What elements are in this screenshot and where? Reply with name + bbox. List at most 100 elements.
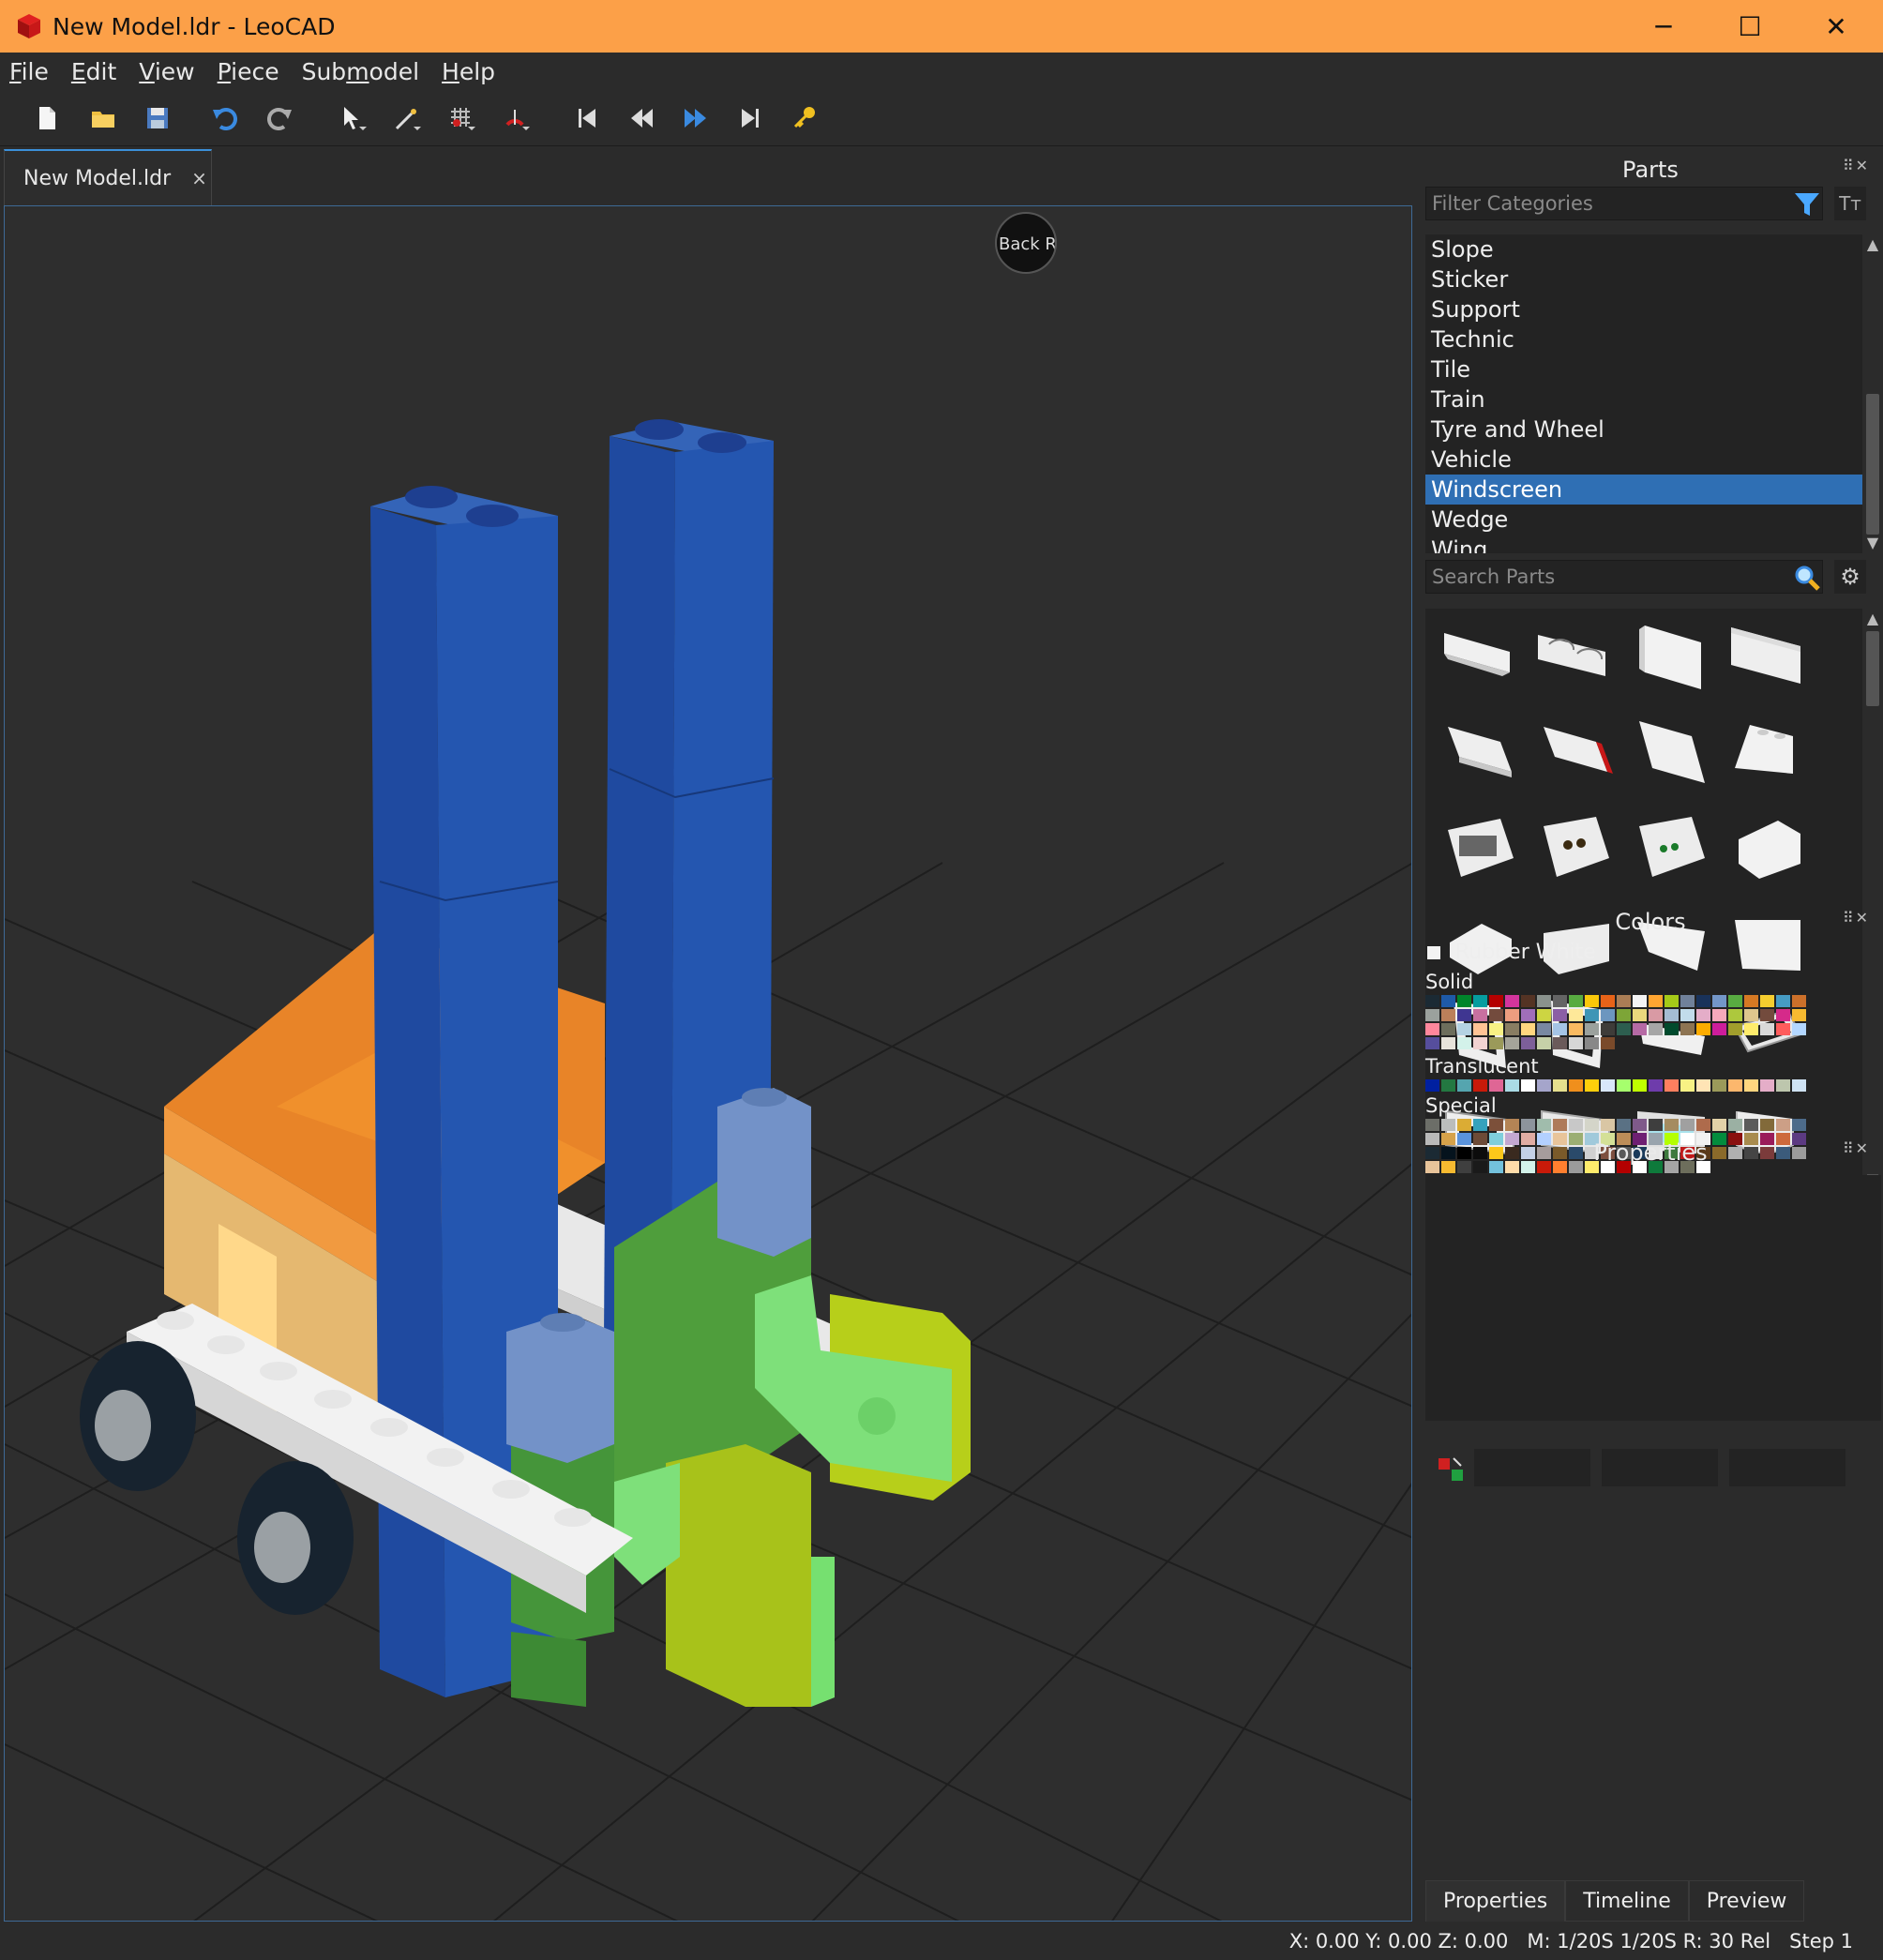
color-swatch[interactable] — [1792, 1023, 1806, 1035]
color-swatch[interactable] — [1665, 1079, 1679, 1092]
color-swatch[interactable] — [1425, 1037, 1439, 1049]
color-swatch[interactable] — [1441, 995, 1455, 1007]
color-swatch[interactable] — [1601, 1023, 1615, 1035]
maximize-button[interactable]: ☐ — [1707, 0, 1793, 53]
properties-area[interactable] — [1425, 1175, 1881, 1421]
color-swatch[interactable] — [1489, 1023, 1503, 1035]
category-list[interactable]: Slope Sticker Support Technic Tile Train… — [1425, 234, 1862, 553]
color-swatch[interactable] — [1441, 1023, 1455, 1035]
color-swatch[interactable] — [1696, 1023, 1710, 1035]
text-size-icon[interactable]: Tт — [1834, 187, 1866, 220]
color-swatch[interactable] — [1457, 1079, 1471, 1092]
search-parts-field[interactable]: Search Parts — [1425, 560, 1823, 594]
color-swatch[interactable] — [1553, 1037, 1567, 1049]
next-step-icon[interactable] — [677, 99, 715, 137]
category-item[interactable]: Train — [1425, 384, 1862, 415]
color-swatch[interactable] — [1633, 1119, 1647, 1131]
select-tool-icon[interactable] — [334, 99, 371, 137]
color-swatch[interactable] — [1457, 1023, 1471, 1035]
parts-panel-float-close-icon[interactable]: ⠿✕ — [1843, 157, 1870, 174]
color-swatch[interactable] — [1696, 995, 1710, 1007]
category-item[interactable]: Sticker — [1425, 264, 1862, 294]
color-swatch[interactable] — [1537, 1079, 1551, 1092]
color-swatch[interactable] — [1553, 1079, 1567, 1092]
color-swatch[interactable] — [1776, 1119, 1790, 1131]
scroll-thumb[interactable] — [1866, 631, 1879, 706]
color-swatch[interactable] — [1776, 1023, 1790, 1035]
color-swatch[interactable] — [1425, 1023, 1439, 1035]
color-swatch[interactable] — [1728, 995, 1742, 1007]
color-swatch[interactable] — [1569, 995, 1583, 1007]
color-swatch[interactable] — [1712, 1119, 1726, 1131]
properties-panel-float-close-icon[interactable]: ⠿✕ — [1843, 1139, 1870, 1157]
color-swatch[interactable] — [1441, 1119, 1455, 1131]
menu-help[interactable]: Help — [440, 58, 497, 85]
color-swatch[interactable] — [1760, 1119, 1774, 1131]
color-swatch[interactable] — [1760, 1079, 1774, 1092]
color-swatch[interactable] — [1473, 1037, 1487, 1049]
color-swatch[interactable] — [1760, 995, 1774, 1007]
key-icon[interactable] — [786, 99, 823, 137]
color-swatch[interactable] — [1585, 1009, 1599, 1021]
color-swatch[interactable] — [1665, 1009, 1679, 1021]
color-swatch[interactable] — [1712, 1009, 1726, 1021]
color-swatch[interactable] — [1537, 1009, 1551, 1021]
color-swatch[interactable] — [1505, 1009, 1519, 1021]
color-swatch[interactable] — [1457, 1119, 1471, 1131]
color-swatch[interactable] — [1569, 1023, 1583, 1035]
color-swatch[interactable] — [1537, 995, 1551, 1007]
color-swatch[interactable] — [1489, 1009, 1503, 1021]
color-swatch[interactable] — [1680, 1119, 1695, 1131]
new-file-icon[interactable] — [28, 99, 66, 137]
category-item[interactable]: Tyre and Wheel — [1425, 415, 1862, 445]
color-swatch[interactable] — [1728, 1119, 1742, 1131]
color-swatch[interactable] — [1537, 1119, 1551, 1131]
3d-viewport[interactable]: Back Right — [4, 205, 1412, 1922]
color-swatch[interactable] — [1760, 1023, 1774, 1035]
close-tab-icon[interactable]: × — [191, 167, 207, 189]
color-swatch[interactable] — [1744, 1119, 1758, 1131]
color-swatch[interactable] — [1712, 995, 1726, 1007]
color-swatch[interactable] — [1457, 1009, 1471, 1021]
color-swatch[interactable] — [1712, 1023, 1726, 1035]
color-swatch[interactable] — [1680, 1023, 1695, 1035]
tab-timeline[interactable]: Timeline — [1565, 1880, 1689, 1922]
search-icon[interactable] — [1793, 564, 1821, 592]
color-swatch[interactable] — [1649, 1119, 1663, 1131]
undo-icon[interactable] — [206, 99, 244, 137]
color-swatch[interactable] — [1776, 1079, 1790, 1092]
previous-step-icon[interactable] — [623, 99, 660, 137]
view-sphere[interactable]: Back Right — [995, 212, 1057, 274]
category-item[interactable]: Vehicle — [1425, 445, 1862, 475]
color-swatch[interactable] — [1505, 995, 1519, 1007]
color-swatch[interactable] — [1792, 1119, 1806, 1131]
color-swatch[interactable] — [1553, 1119, 1567, 1131]
first-step-icon[interactable] — [568, 99, 606, 137]
color-swatch[interactable] — [1649, 1009, 1663, 1021]
grid-snap-icon[interactable] — [443, 99, 480, 137]
color-swatch[interactable] — [1505, 1119, 1519, 1131]
part-thumbnail[interactable] — [1435, 708, 1525, 798]
colors-panel-float-close-icon[interactable]: ⠿✕ — [1843, 909, 1870, 927]
menu-piece[interactable]: Piece — [216, 58, 281, 85]
color-swatch[interactable] — [1553, 1009, 1567, 1021]
scroll-thumb[interactable] — [1866, 394, 1879, 535]
color-swatch[interactable] — [1473, 1119, 1487, 1131]
color-swatch[interactable] — [1792, 1009, 1806, 1021]
category-item[interactable]: Tile — [1425, 354, 1862, 384]
part-thumbnail[interactable] — [1722, 614, 1812, 704]
magic-wand-icon[interactable] — [388, 99, 426, 137]
category-scrollbar[interactable]: ▲ ▼ — [1862, 234, 1883, 553]
scroll-up-icon[interactable]: ▲ — [1862, 609, 1883, 629]
color-swatch[interactable] — [1744, 1023, 1758, 1035]
color-swatch[interactable] — [1601, 1009, 1615, 1021]
color-swatch[interactable] — [1585, 1037, 1599, 1049]
menu-edit[interactable]: Edit — [69, 58, 118, 85]
color-swatch[interactable] — [1505, 1037, 1519, 1049]
color-swatch[interactable] — [1569, 1119, 1583, 1131]
color-swatch[interactable] — [1696, 1079, 1710, 1092]
color-swatch[interactable] — [1792, 995, 1806, 1007]
open-folder-icon[interactable] — [84, 99, 122, 137]
color-swatch[interactable] — [1696, 1119, 1710, 1131]
solid-color-grid[interactable] — [1425, 995, 1806, 1049]
